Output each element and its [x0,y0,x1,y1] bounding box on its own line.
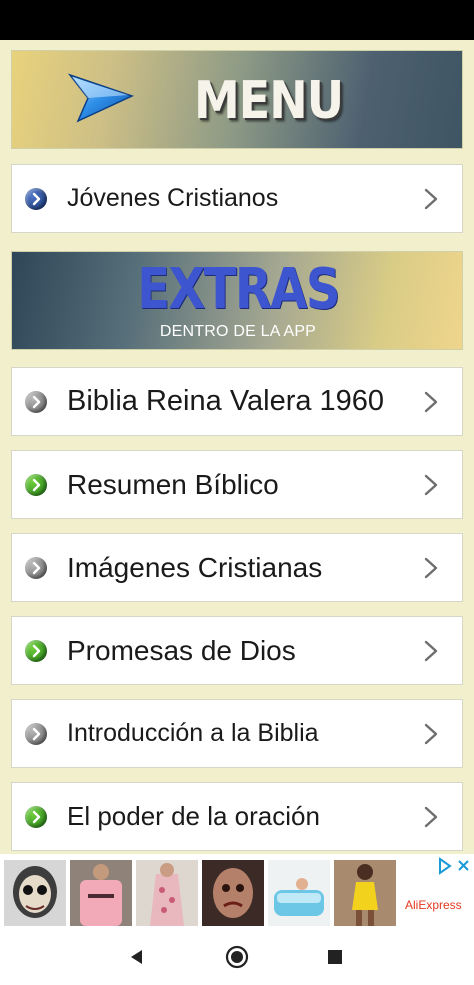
back-triangle-icon[interactable] [125,945,149,969]
ad-banner[interactable]: AliExpress [0,854,474,929]
item-label: Imágenes Cristianas [67,552,323,583]
item-label: Introducción a la Biblia [67,719,319,747]
list-item-imagenes-cristianas[interactable]: Imágenes Cristianas [11,533,463,602]
chevron-right-icon [424,557,438,579]
item-label: Resumen Bíblico [67,469,279,500]
ad-brand-label[interactable]: AliExpress [405,898,462,912]
item-label: Biblia Reina Valera 1960 [67,385,385,417]
home-circle-icon[interactable] [225,945,249,969]
recents-square-icon[interactable] [323,945,347,969]
item-label: El poder de la oración [67,801,320,831]
menu-title: MENU [194,69,344,131]
chevron-right-icon [424,640,438,662]
bullet-icon [25,474,47,496]
ad-choices-icon[interactable] [437,857,471,875]
bullet-icon [25,640,47,662]
system-nav-bar [0,929,474,985]
ad-image[interactable] [202,860,264,926]
extras-banner: EXTRAS DENTRO DE LA APP [11,251,463,350]
blue-arrow-icon [68,73,134,123]
ad-image[interactable] [268,860,330,926]
bullet-icon [25,557,47,579]
extras-subtitle: DENTRO DE LA APP [159,323,317,340]
bullet-icon [25,723,47,745]
list-item-introduccion-biblia[interactable]: Introducción a la Biblia [11,699,463,768]
item-label: Promesas de Dios [67,635,296,666]
ad-image[interactable] [4,860,66,926]
list-item-biblia-reina-valera[interactable]: Biblia Reina Valera 1960 [11,367,463,436]
ad-image[interactable] [334,860,396,926]
list-item-promesas-de-dios[interactable]: Promesas de Dios [11,616,463,685]
menu-content: MENU Jóvenes Cristianos EXTRAS DENTRO DE… [0,40,474,854]
list-item-resumen-biblico[interactable]: Resumen Bíblico [11,450,463,519]
list-item-jovenes-cristianos[interactable]: Jóvenes Cristianos [11,164,463,233]
ad-image[interactable] [70,860,132,926]
extras-title: EXTRAS [137,257,340,322]
item-label: Jóvenes Cristianos [67,184,279,212]
menu-banner: MENU [11,50,463,149]
bullet-icon [25,806,47,828]
bullet-icon [25,391,47,413]
status-bar [0,0,474,40]
chevron-right-icon [424,723,438,745]
chevron-right-icon [424,391,438,413]
ad-image[interactable] [136,860,198,926]
chevron-right-icon [424,474,438,496]
chevron-right-icon [424,806,438,828]
list-item-poder-de-la-oracion[interactable]: El poder de la oración [11,782,463,851]
bullet-icon [25,188,47,210]
chevron-right-icon [424,188,438,210]
